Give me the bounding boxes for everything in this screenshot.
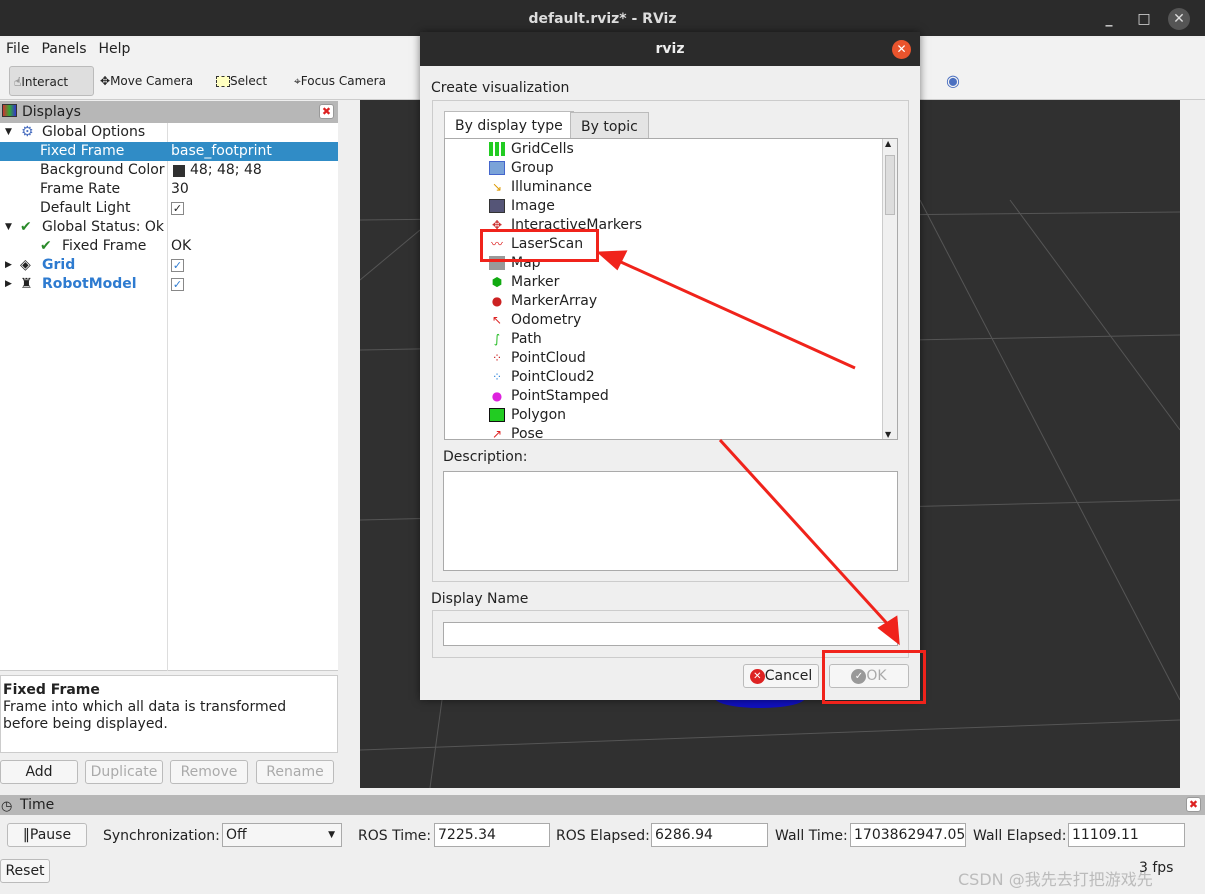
annotation-arrows	[596, 250, 900, 646]
